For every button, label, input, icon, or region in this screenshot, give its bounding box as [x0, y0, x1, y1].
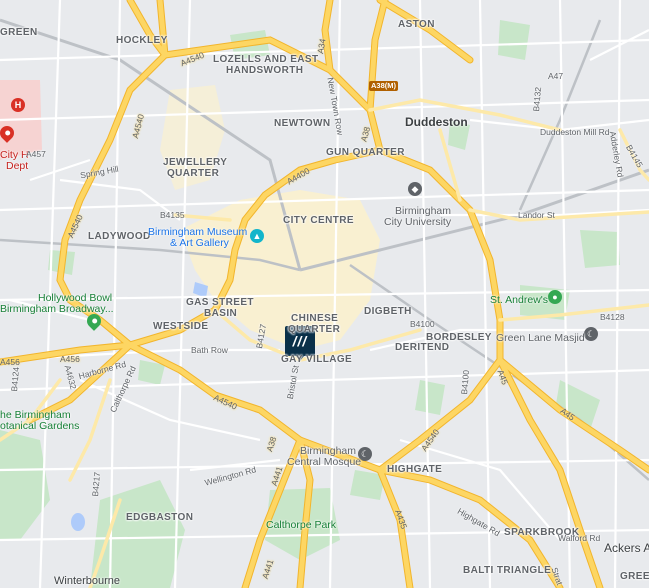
district-label: CITY CENTRE	[283, 215, 354, 226]
poi-label[interactable]: Birmingham	[395, 206, 451, 217]
museum-icon[interactable]: ▲	[250, 229, 264, 243]
district-label: JEWELLERY	[163, 157, 228, 168]
road-label: B4128	[600, 312, 625, 322]
district-label: GAS STREET	[186, 297, 254, 308]
district-label: GREET	[620, 571, 649, 582]
district-label: LOZELLS AND EAST	[213, 54, 319, 65]
area-label: Winterbourne	[54, 575, 121, 587]
road-label: Bath Row	[191, 345, 228, 355]
district-label: NEWTOWN	[274, 118, 331, 129]
road-label: A457	[26, 149, 46, 159]
poi-label[interactable]: Green Lane Masjid	[496, 333, 585, 344]
district-label: DIGBETH	[364, 306, 412, 317]
hospital-icon[interactable]: H	[11, 98, 25, 112]
district-label: HIGHGATE	[387, 464, 443, 475]
road-label: B4132	[530, 86, 544, 112]
mosque-icon[interactable]: ☾	[584, 327, 598, 341]
district-label: GAY VILLAGE	[281, 354, 353, 365]
poi-label[interactable]: Calthorpe Park	[266, 520, 336, 531]
district-label: LADYWOOD	[88, 231, 151, 242]
map-canvas[interactable]: H ◆ ▲ ● ☾ ☾ /// HOCKLEY LOZELLS AND EAST…	[0, 0, 649, 588]
district-label: BASIN	[204, 308, 238, 319]
university-icon[interactable]: ◆	[408, 182, 422, 196]
poi-label[interactable]: City University	[384, 217, 451, 228]
road-label: Duddeston Mill Rd	[540, 127, 610, 137]
district-label: BALTI TRIANGLE	[463, 565, 552, 576]
district-label: WESTSIDE	[153, 321, 209, 332]
poi-label[interactable]: Hollywood Bowl	[38, 293, 112, 304]
district-label: GUN QUARTER	[326, 147, 405, 158]
road-shield: A38(M)	[369, 81, 399, 91]
district-label: HANDSWORTH	[226, 65, 304, 76]
road-label: A456	[60, 354, 80, 364]
poi-label[interactable]: Birmingham	[300, 446, 356, 457]
district-label: DERITEND	[395, 342, 450, 353]
poi-label[interactable]: City H	[0, 150, 29, 161]
district-label: EDGBASTON	[126, 512, 194, 523]
poi-label[interactable]: & Art Gallery	[170, 238, 229, 249]
road-label: A47	[548, 71, 564, 81]
road-label: B4100	[458, 369, 472, 395]
district-label: HOCKLEY	[116, 35, 168, 46]
road-label: B4100	[410, 319, 435, 329]
district-label: QUARTER	[288, 324, 341, 335]
district-label: GREEN	[0, 27, 38, 38]
poi-label[interactable]: otanical Gardens	[0, 421, 79, 432]
poi-label[interactable]: he Birmingham	[0, 410, 71, 421]
district-label: CHINESE	[291, 313, 339, 324]
road-label: A456	[0, 357, 20, 367]
poi-label[interactable]: Dept	[6, 161, 28, 172]
road-label: B4135	[160, 210, 185, 220]
road-label: Walford Rd	[558, 533, 601, 543]
poi-label[interactable]: Birmingham Broadway...	[0, 304, 114, 315]
stadium-icon[interactable]: ●	[548, 290, 562, 304]
poi-label[interactable]: Birmingham Museum	[148, 227, 247, 238]
district-label: ASTON	[398, 19, 435, 30]
road-label: Landor St	[518, 210, 555, 220]
district-label: QUARTER	[167, 168, 220, 179]
poi-label[interactable]: Central Mosque	[287, 457, 361, 468]
area-label: Ackers Ad	[604, 541, 649, 555]
area-label: Duddeston	[405, 115, 468, 129]
poi-label[interactable]: St. Andrew's	[490, 295, 548, 306]
road-label: B4124	[8, 366, 22, 392]
road-label: B4217	[89, 471, 103, 497]
